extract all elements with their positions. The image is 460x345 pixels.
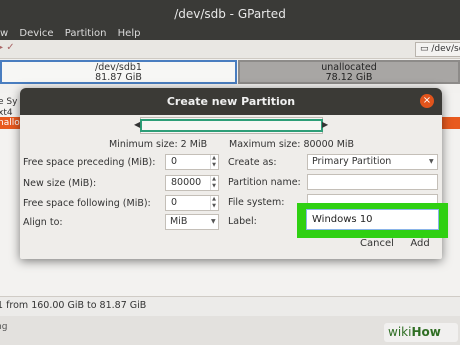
partition-name-input[interactable] — [307, 174, 438, 190]
new-size-label: New size (MiB): — [23, 178, 97, 189]
chevron-down-icon[interactable]: ▼ — [211, 218, 216, 225]
device-selector[interactable]: ▭ /dev/sdb — [415, 42, 460, 57]
list-item[interactable]: e Sy — [0, 97, 17, 107]
disk-map-unallocated[interactable]: unallocated 78.12 GiB — [238, 60, 460, 84]
chevron-down-icon[interactable]: ▼ — [429, 158, 434, 165]
disk-icon: ▭ — [420, 44, 429, 54]
partition-size: 78.12 GiB — [325, 72, 373, 83]
close-icon[interactable]: × — [420, 94, 434, 108]
pending-operations-text: ng — [0, 322, 8, 332]
spin-arrows-icon[interactable]: ▲ ▼ — [210, 176, 217, 190]
menu-partition[interactable]: Partition — [65, 28, 107, 39]
status-text: 1 from 160.00 GiB to 81.87 GiB — [0, 300, 147, 311]
menubar: w Device Partition Help — [0, 28, 460, 40]
spin-arrows-icon[interactable]: ▲ ▼ — [210, 196, 217, 210]
file-system-label: File system: — [228, 197, 285, 208]
window-title: /dev/sdb - GParted — [0, 0, 460, 28]
maximum-size-label: Maximum size: 80000 MiB — [229, 139, 355, 150]
create-as-label: Create as: — [228, 157, 277, 168]
wikihow-watermark: wikiHow — [384, 323, 458, 342]
toolbar-action-icons[interactable]: ▸ ✓ — [0, 42, 15, 53]
create-as-select[interactable]: Primary Partition — [307, 154, 438, 170]
partition-resizer-handle[interactable] — [140, 119, 323, 132]
partition-name-label: Partition name: — [228, 177, 301, 188]
label-label: Label: — [228, 216, 257, 227]
toolbar — [0, 40, 460, 59]
free-space-preceding-label: Free space preceding (MiB): — [23, 157, 156, 168]
menu-edit-partial[interactable]: w — [0, 28, 8, 39]
add-button[interactable]: Add — [404, 236, 436, 252]
align-to-label: Align to: — [23, 217, 63, 228]
menu-device[interactable]: Device — [19, 28, 53, 39]
disk-map-partition-sdb1[interactable]: /dev/sdb1 81.87 GiB — [0, 60, 237, 84]
minimum-size-label: Minimum size: 2 MiB — [109, 139, 208, 150]
dialog-title: Create new Partition — [20, 88, 442, 115]
spin-arrows-icon[interactable]: ▲ ▼ — [210, 155, 217, 169]
menu-help[interactable]: Help — [118, 28, 141, 39]
partition-size: 81.87 GiB — [95, 72, 142, 83]
resize-right-arrow-icon[interactable]: ▶ — [322, 120, 328, 129]
resize-left-arrow-icon[interactable]: ◀ — [134, 120, 140, 129]
cancel-button[interactable]: Cancel — [357, 236, 397, 252]
free-space-following-label: Free space following (MiB): — [23, 198, 151, 209]
label-input[interactable]: Windows 10 — [306, 209, 439, 230]
